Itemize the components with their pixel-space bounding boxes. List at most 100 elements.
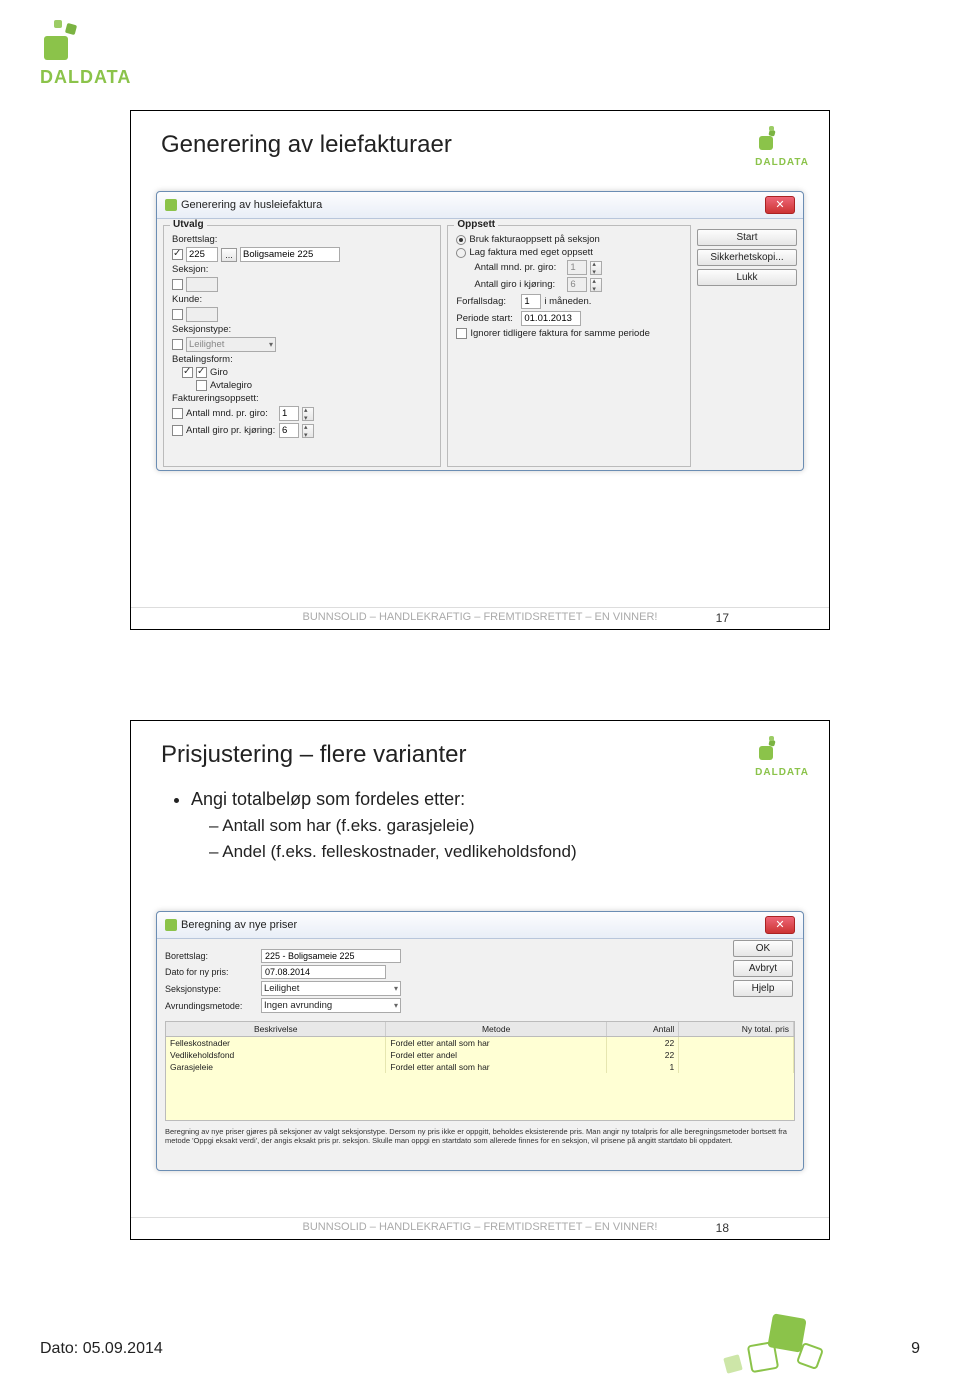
antall-mnd-label: Antall mnd. pr. giro:: [186, 408, 276, 419]
fieldset-utvalg: Utvalg Borettslag: ... Seksjon: Kunde:: [163, 225, 441, 467]
antall-giro-checkbox[interactable]: [172, 425, 183, 436]
page-brand-logo: DALDATA: [40, 20, 131, 88]
page-number: 9: [911, 1340, 920, 1358]
table-row[interactable]: Vedlikeholdsfond Fordel etter andel 22: [166, 1049, 794, 1061]
sikkerhet-button[interactable]: Sikkerhetskopi...: [697, 249, 797, 266]
dialog-title-text: Generering av husleiefaktura: [181, 199, 322, 211]
lukk-button[interactable]: Lukk: [697, 269, 797, 286]
forfallsdag-input[interactable]: [521, 294, 541, 309]
avtalegiro-label: Avtalegiro: [210, 380, 252, 391]
hjelp-button[interactable]: Hjelp: [733, 980, 793, 997]
slide1-title: Generering av leiefakturaer: [161, 131, 452, 159]
bullet-1: Angi totalbeløp som fordeles etter:: [191, 789, 465, 809]
bullet-1a: Antall som har (f.eks. garasjeleie): [222, 816, 474, 835]
grid-header-nypris[interactable]: Ny total. pris: [679, 1022, 794, 1036]
slide2-footer: BUNNSOLID – HANDLEKRAFTIG – FREMTIDSRETT…: [131, 1217, 829, 1233]
chevron-down-icon: ▾: [394, 1001, 398, 1010]
ops-antall-giro-input[interactable]: [567, 277, 587, 292]
d2-borettslag-label: Borettslag:: [165, 951, 255, 961]
dialog-titlebar[interactable]: Generering av husleiefaktura ✕: [157, 192, 803, 219]
close-icon[interactable]: ✕: [765, 196, 795, 214]
borettslag-name-input[interactable]: [240, 247, 340, 262]
fieldset-oppsett: Oppsett Bruk fakturaoppsett på seksjon L…: [447, 225, 691, 467]
ignorer-checkbox[interactable]: [456, 328, 467, 339]
antall-mnd-input[interactable]: [279, 406, 299, 421]
oppsett-radio-1[interactable]: [456, 235, 466, 245]
d2-borettslag-input[interactable]: [261, 949, 401, 963]
dialog2-titlebar[interactable]: Beregning av nye priser ✕: [157, 912, 803, 939]
app-icon: [165, 919, 177, 931]
slide-2: Prisjustering – flere varianter DALDATA …: [130, 720, 830, 1240]
table-row[interactable]: Garasjeleie Fordel etter antall som har …: [166, 1061, 794, 1073]
seksjon-checkbox[interactable]: [172, 279, 183, 290]
forfallsdag-suffix: i måneden.: [544, 296, 591, 307]
seksjonstype-checkbox[interactable]: [172, 339, 183, 350]
antall-mnd-checkbox[interactable]: [172, 408, 183, 419]
dialog2-title-text: Beregning av nye priser: [181, 919, 297, 931]
antall-giro-spinner[interactable]: [302, 424, 314, 438]
utvalg-legend: Utvalg: [170, 219, 207, 230]
ignorer-label: Ignorer tidligere faktura for samme peri…: [470, 328, 650, 339]
oppsett-legend: Oppsett: [454, 219, 498, 230]
seksjonstype-label: Seksjonstype:: [172, 324, 242, 335]
ok-button[interactable]: OK: [733, 940, 793, 957]
dialog-beregning: Beregning av nye priser ✕ OK Avbryt Hjel…: [156, 911, 804, 1171]
oppsett-opt2-label: Lag faktura med eget oppsett: [469, 247, 593, 258]
app-icon: [165, 199, 177, 211]
forfallsdag-label: Forfallsdag:: [456, 296, 518, 307]
d2-avrunding-label: Avrundingsmetode:: [165, 1001, 255, 1011]
borettslag-browse-button[interactable]: ...: [221, 248, 237, 262]
seksjon-input[interactable]: [186, 277, 218, 292]
page-footer: Dato: 05.09.2014 9: [40, 1340, 920, 1358]
d2-dato-label: Dato for ny pris:: [165, 967, 255, 977]
table-row[interactable]: Felleskostnader Fordel etter antall som …: [166, 1037, 794, 1049]
avtalegiro-checkbox[interactable]: [196, 380, 207, 391]
slide1-page-number: 17: [716, 611, 729, 625]
antall-mnd-spinner[interactable]: [302, 407, 314, 421]
slide1-footer: BUNNSOLID – HANDLEKRAFTIG – FREMTIDSRETT…: [131, 607, 829, 623]
d2-dato-input[interactable]: [261, 965, 386, 979]
d2-note: Beregning av nye priser gjøres på seksjo…: [165, 1127, 795, 1145]
dialog-generering: Generering av husleiefaktura ✕ Utvalg Bo…: [156, 191, 804, 471]
seksjonstype-combo[interactable]: Leilighet ▾: [186, 337, 276, 352]
slide2-page-number: 18: [716, 1221, 729, 1235]
giro-checkbox[interactable]: [196, 367, 207, 378]
giro-label: Giro: [210, 367, 228, 378]
grid-header-antall[interactable]: Antall: [607, 1022, 679, 1036]
ops-antall-mnd-label: Antall mnd. pr. giro:: [474, 262, 564, 273]
betalingsform-label: Betalingsform:: [172, 354, 242, 365]
borettslag-checkbox[interactable]: [172, 249, 183, 260]
ops-antall-giro-spinner[interactable]: [590, 278, 602, 292]
ops-antall-mnd-spinner[interactable]: [590, 261, 602, 275]
kunde-label: Kunde:: [172, 294, 242, 305]
kunde-checkbox[interactable]: [172, 309, 183, 320]
chevron-down-icon: ▾: [394, 984, 398, 993]
antall-giro-input[interactable]: [279, 423, 299, 438]
logo-icon: [40, 20, 80, 60]
oppsett-radio-2[interactable]: [456, 248, 466, 258]
bullet-1b: Andel (f.eks. felleskostnader, vedlikeho…: [222, 842, 576, 861]
borettslag-label: Borettslag:: [172, 234, 242, 245]
grid-header-beskrivelse[interactable]: Beskrivelse: [166, 1022, 386, 1036]
close-icon[interactable]: ✕: [765, 916, 795, 934]
grid-header-metode[interactable]: Metode: [386, 1022, 606, 1036]
periode-input[interactable]: [521, 311, 581, 326]
slide1-brand-logo: DALDATA: [755, 126, 809, 168]
avbryt-button[interactable]: Avbryt: [733, 960, 793, 977]
borettslag-id-input[interactable]: [186, 247, 218, 262]
ops-antall-giro-label: Antall giro i kjøring:: [474, 279, 564, 290]
kunde-input[interactable]: [186, 307, 218, 322]
seksjon-label: Seksjon:: [172, 264, 242, 275]
d2-seksjonstype-label: Seksjonstype:: [165, 984, 255, 994]
d2-seksjonstype-combo[interactable]: Leilighet ▾: [261, 981, 401, 996]
d2-grid: Beskrivelse Metode Antall Ny total. pris…: [165, 1021, 795, 1121]
chevron-down-icon: ▾: [269, 340, 273, 349]
betalingsform-all-checkbox[interactable]: [182, 367, 193, 378]
d2-avrunding-combo[interactable]: Ingen avrunding ▾: [261, 998, 401, 1013]
faktoppsett-label: Faktureringsoppsett:: [172, 393, 259, 404]
slide-1: Generering av leiefakturaer DALDATA Gene…: [130, 110, 830, 630]
ops-antall-mnd-input[interactable]: [567, 260, 587, 275]
brand-text: DALDATA: [40, 67, 131, 88]
periode-label: Periode start:: [456, 313, 518, 324]
start-button[interactable]: Start: [697, 229, 797, 246]
